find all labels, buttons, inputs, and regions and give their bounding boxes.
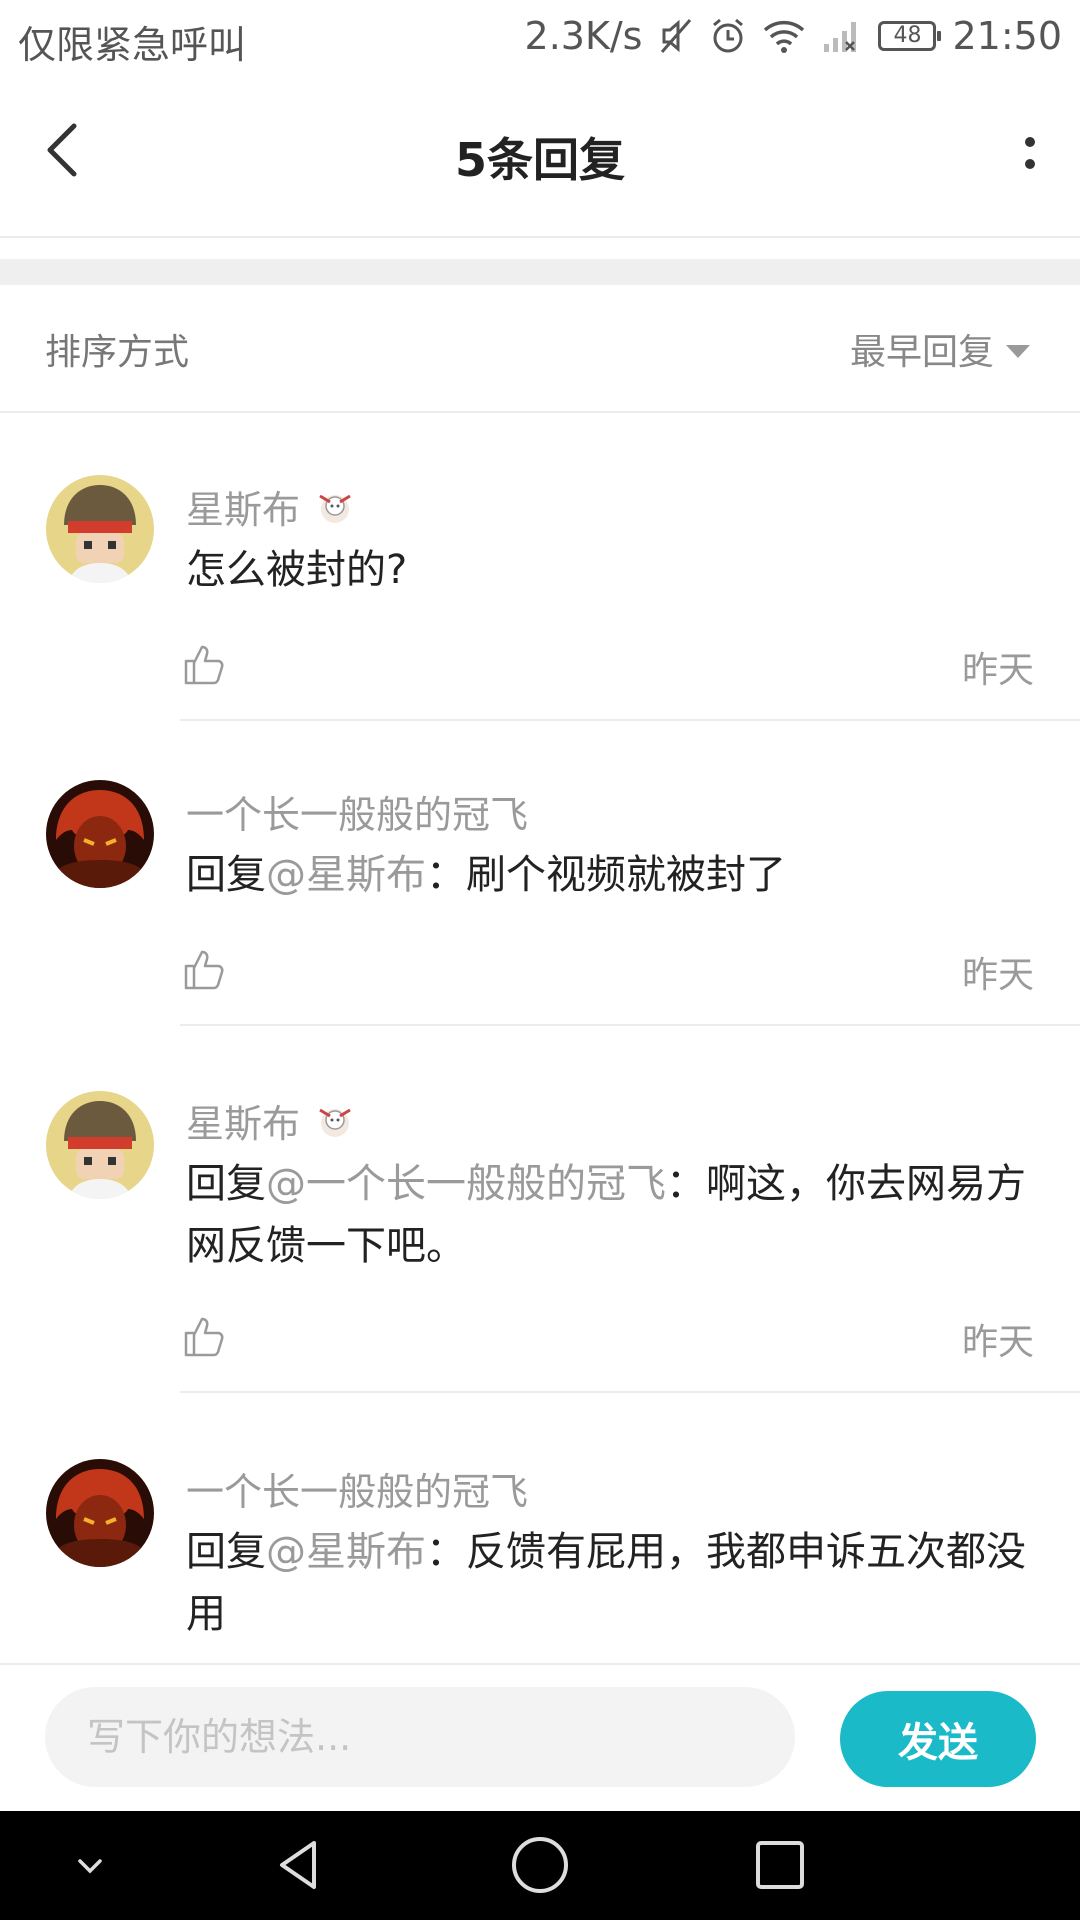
avatar[interactable]: [46, 1459, 154, 1567]
avatar[interactable]: [46, 780, 154, 888]
nav-recents-button[interactable]: [740, 1825, 820, 1905]
reply-author[interactable]: 星斯布: [186, 479, 358, 534]
top-app-bar: 5条回复: [0, 72, 1080, 238]
circle-home-icon: [512, 1837, 568, 1893]
avatar[interactable]: [46, 475, 154, 583]
more-options-button[interactable]: [1010, 124, 1050, 184]
reply-prefix: 回复: [186, 1529, 266, 1575]
reply-item: 一个长一般般的冠飞 回复@星斯布：刷个视频就被封了 昨天: [0, 722, 1080, 1029]
reply-item: 一个长一般般的冠飞 回复@星斯布：反馈有屁用，我都申诉五次都没用: [0, 1397, 1080, 1663]
reply-content: 怎么被封的?: [186, 539, 1030, 601]
sort-label: 排序方式: [45, 332, 190, 373]
avatar-image: [46, 475, 154, 583]
nav-home-button[interactable]: [500, 1825, 580, 1905]
system-navigation-bar: [0, 1811, 1080, 1920]
carrier-status: 仅限紧急呼叫: [18, 23, 247, 67]
reply-time: 昨天: [961, 1322, 1034, 1363]
dropdown-arrow-icon: [1006, 344, 1030, 358]
avatar[interactable]: [46, 1091, 154, 1199]
author-name: 星斯布: [186, 488, 301, 532]
clock: 21:50: [952, 14, 1062, 58]
status-bar: 仅限紧急呼叫 2.3K/s 48 21:50: [0, 0, 1080, 72]
page-title: 5条回复: [454, 133, 625, 187]
avatar-badge-icon: [319, 494, 351, 523]
reply-mention[interactable]: @星斯布: [266, 852, 426, 898]
send-button[interactable]: 发送: [840, 1691, 1036, 1787]
like-icon[interactable]: [180, 1313, 226, 1359]
chevron-down-icon: [78, 1859, 102, 1874]
author-name: 星斯布: [186, 1102, 301, 1146]
divider: [180, 1391, 1080, 1393]
section-separator: [0, 259, 1080, 285]
reply-list[interactable]: 星斯布 怎么被封的? 昨天 一个长一般般的冠飞 回复@星斯布：刷个视频就被封了 …: [0, 413, 1080, 1663]
triangle-back-icon: [280, 1841, 316, 1889]
network-speed: 2.3K/s: [524, 14, 643, 58]
avatar-image: [46, 1459, 154, 1567]
signal-icon: [822, 18, 862, 54]
battery-icon: 48: [878, 21, 942, 51]
reply-item: 星斯布 回复@一个长一般般的冠飞：啊这，你去网易方网反馈一下吧。 昨天: [0, 1029, 1080, 1397]
reply-author[interactable]: 星斯布: [186, 1093, 358, 1148]
author-name: 一个长一般般的冠飞: [186, 1470, 529, 1514]
avatar-badge-icon: [319, 1108, 351, 1137]
avatar-image: [46, 1091, 154, 1199]
reply-content: 回复@一个长一般般的冠飞：啊这，你去网易方网反馈一下吧。: [186, 1153, 1030, 1277]
reply-item: 星斯布 怎么被封的? 昨天: [0, 413, 1080, 722]
wifi-icon: [762, 18, 806, 54]
reply-prefix: 回复: [186, 852, 266, 898]
hide-nav-button[interactable]: [50, 1825, 130, 1905]
reply-input[interactable]: [45, 1687, 795, 1787]
reply-content: 回复@星斯布：刷个视频就被封了: [186, 844, 1030, 906]
sort-value: 最早回复: [849, 332, 994, 373]
reply-prefix: 回复: [186, 1161, 266, 1207]
alarm-icon: [710, 16, 746, 56]
status-icons: 2.3K/s 48 21:50: [525, 12, 1062, 60]
reply-content: 回复@星斯布：反馈有屁用，我都申诉五次都没用: [186, 1521, 1030, 1645]
like-icon[interactable]: [180, 946, 226, 992]
divider: [180, 1024, 1080, 1026]
divider: [180, 719, 1080, 721]
sort-dropdown[interactable]: 最早回复: [850, 323, 1030, 375]
reply-text: 怎么被封的?: [186, 547, 408, 593]
reply-time: 昨天: [961, 650, 1034, 691]
reply-author[interactable]: 一个长一般般的冠飞: [186, 784, 528, 839]
like-icon[interactable]: [180, 641, 226, 687]
mute-icon: [658, 16, 694, 56]
reply-time: 昨天: [961, 955, 1034, 996]
more-vertical-icon: [1025, 137, 1035, 169]
author-name: 一个长一般般的冠飞: [186, 793, 529, 837]
reply-author[interactable]: 一个长一般般的冠飞: [186, 1461, 528, 1516]
reply-mention[interactable]: @一个长一般般的冠飞: [266, 1161, 666, 1207]
reply-text: ：刷个视频就被封了: [426, 852, 786, 898]
reply-mention[interactable]: @星斯布: [266, 1529, 426, 1575]
avatar-image: [46, 780, 154, 888]
nav-back-button[interactable]: [260, 1825, 340, 1905]
square-recents-icon: [756, 1841, 804, 1889]
reply-composer: 发送: [0, 1663, 1080, 1813]
sort-bar: 排序方式 最早回复: [0, 285, 1080, 413]
